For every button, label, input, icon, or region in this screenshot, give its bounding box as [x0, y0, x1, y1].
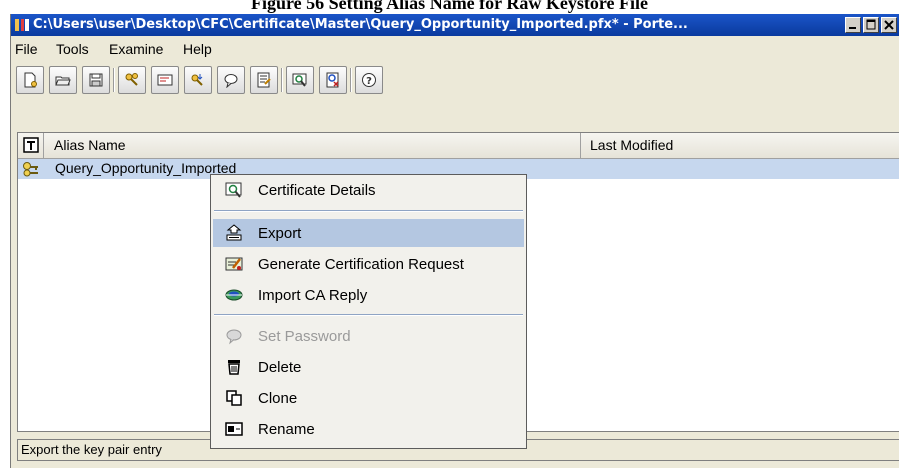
new-keystore-icon — [24, 72, 37, 88]
menu-separator — [214, 314, 523, 316]
import-key-pair-button[interactable] — [184, 66, 212, 94]
status-text: Export the key pair entry — [21, 442, 162, 457]
rename-icon — [225, 422, 243, 436]
window-title: C:\Users\user\Desktop\CFC\Certificate\Ma… — [33, 17, 688, 32]
keystore-report-button[interactable] — [250, 66, 278, 94]
menu-item-generate-certification-request[interactable]: Generate Certification Request — [213, 250, 524, 278]
menu-item-import-ca-reply[interactable]: Import CA Reply — [213, 281, 524, 309]
last-modified-column-header[interactable]: Last Modified — [581, 133, 899, 158]
generate-csr-icon — [225, 257, 243, 271]
figure-caption: Figure 56 Setting Alias Name for Raw Key… — [251, 0, 648, 13]
menu-file-label: File — [15, 41, 38, 57]
table-header: Alias Name Last Modified — [18, 133, 899, 159]
menu-separator — [214, 210, 523, 212]
examine-certificate-button[interactable] — [286, 66, 314, 94]
close-button[interactable] — [881, 17, 897, 33]
menu-item-label: Set Password — [258, 328, 351, 345]
maximize-icon — [866, 19, 876, 30]
certificate-details-icon — [225, 182, 242, 198]
portecle-app-icon — [15, 19, 29, 31]
menu-item-label: Rename — [258, 421, 315, 438]
examine-crl-icon — [326, 72, 339, 88]
import-key-pair-icon — [191, 74, 203, 86]
menu-examine[interactable]: Examine — [109, 41, 163, 57]
svg-text:?: ? — [366, 76, 372, 87]
close-icon — [884, 20, 894, 30]
menu-item-label: Certificate Details — [258, 182, 376, 199]
help-icon: ? — [362, 73, 376, 87]
save-keystore-button[interactable] — [82, 66, 110, 94]
toolbar-separator — [350, 68, 352, 92]
menu-help[interactable]: Help — [183, 41, 212, 57]
type-column-header[interactable] — [18, 133, 44, 158]
menu-item-label: Export — [258, 225, 302, 242]
toolbar: ? — [16, 66, 899, 100]
set-password-icon — [226, 329, 242, 345]
menu-item-delete[interactable]: Delete — [213, 353, 524, 381]
key-pair-icon — [23, 162, 38, 177]
menu-item-rename[interactable]: Rename — [213, 415, 524, 443]
export-icon — [226, 224, 242, 241]
generate-key-pair-button[interactable] — [118, 66, 146, 94]
examine-crl-button[interactable] — [319, 66, 347, 94]
menu-item-set-password: Set Password — [213, 322, 524, 350]
generate-key-pair-icon — [125, 73, 138, 86]
minimize-button[interactable] — [845, 17, 861, 33]
save-keystore-icon — [89, 73, 103, 87]
keystore-report-icon — [257, 72, 271, 88]
menu-bar: File Tools Examine Help — [11, 40, 899, 60]
menu-item-label: Import CA Reply — [258, 287, 368, 304]
alias-name-column-header[interactable]: Alias Name — [44, 133, 581, 158]
menu-tools-label: Tools — [56, 41, 89, 57]
menu-item-label: Clone — [258, 390, 298, 407]
menu-help-label: Help — [183, 41, 212, 57]
set-keystore-password-icon — [224, 74, 238, 88]
new-keystore-button[interactable] — [16, 66, 44, 94]
context-menu: Certificate Details Export Generate Cert… — [210, 174, 527, 449]
maximize-button[interactable] — [863, 17, 879, 33]
open-keystore-icon — [55, 76, 71, 86]
minimize-icon — [849, 27, 856, 29]
delete-icon — [228, 360, 240, 375]
menu-item-clone[interactable]: Clone — [213, 384, 524, 412]
help-button[interactable]: ? — [355, 66, 383, 94]
menu-item-label: Generate Certification Request — [258, 256, 464, 273]
menu-examine-label: Examine — [109, 41, 164, 57]
import-trusted-cert-button[interactable] — [151, 66, 179, 94]
examine-certificate-icon — [292, 73, 307, 87]
menu-tools[interactable]: Tools — [56, 41, 89, 57]
menu-item-export[interactable]: Export — [213, 219, 524, 247]
import-trusted-cert-icon — [157, 74, 173, 86]
menu-file[interactable]: File — [15, 41, 38, 57]
title-bar[interactable]: C:\Users\user\Desktop\CFC\Certificate\Ma… — [11, 14, 899, 36]
clone-icon — [226, 390, 242, 406]
set-keystore-password-button[interactable] — [217, 66, 245, 94]
open-keystore-button[interactable] — [49, 66, 77, 94]
type-column-icon — [23, 137, 39, 153]
menu-item-label: Delete — [258, 359, 302, 376]
menu-item-certificate-details[interactable]: Certificate Details — [213, 176, 524, 204]
toolbar-separator — [281, 68, 283, 92]
toolbar-separator — [113, 68, 115, 92]
import-ca-reply-icon — [225, 289, 243, 301]
